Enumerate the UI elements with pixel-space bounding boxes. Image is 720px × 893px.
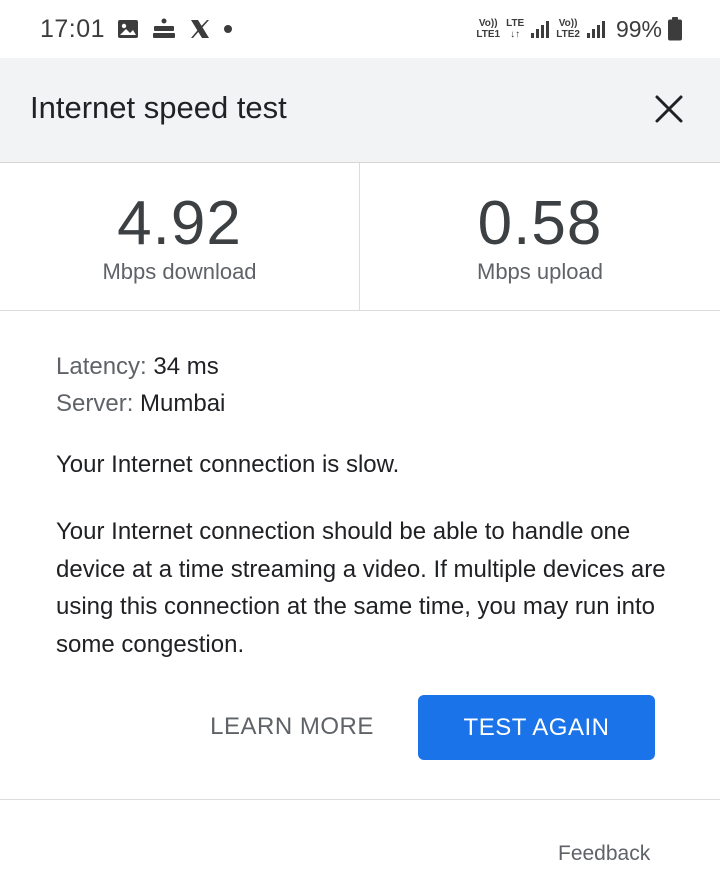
- battery-icon: [668, 17, 682, 41]
- close-icon: [655, 95, 683, 123]
- download-value: 4.92: [117, 189, 242, 258]
- upload-value: 0.58: [477, 189, 603, 258]
- divider: [0, 799, 720, 800]
- download-result: 4.92 Mbps download: [0, 163, 360, 310]
- latency-row: Latency: 34 ms: [56, 348, 676, 385]
- server-label: Server:: [56, 390, 134, 417]
- signal-icon: [586, 19, 606, 39]
- upload-result: 0.58 Mbps upload: [360, 163, 720, 310]
- feedback-link[interactable]: Feedback: [558, 842, 650, 866]
- volte-lte1-indicator: Vo)) LTE1: [476, 18, 501, 40]
- status-bar: 17:01 Vo)) LTE1 LTE ↓↑ Vo)) LTE2 99%: [0, 0, 720, 58]
- x-logo-icon: [189, 18, 211, 40]
- server-row: Server: Mumbai: [56, 385, 676, 422]
- dialog-header: Internet speed test: [0, 58, 720, 163]
- close-button[interactable]: [648, 88, 690, 130]
- test-details: Latency: 34 ms Server: Mumbai: [56, 348, 676, 422]
- upload-unit: Mbps upload: [477, 259, 603, 284]
- volte-lte2-indicator: Vo)) LTE2: [556, 18, 580, 40]
- download-unit: Mbps download: [102, 259, 257, 284]
- server-value: Mumbai: [140, 390, 226, 417]
- dot-icon: [223, 24, 233, 34]
- news-app-icon: [151, 18, 177, 40]
- signal-icon: [530, 19, 550, 39]
- image-icon: [117, 19, 139, 39]
- latency-label: Latency:: [56, 353, 147, 380]
- status-right: Vo)) LTE1 LTE ↓↑ Vo)) LTE2 99%: [476, 16, 682, 43]
- learn-more-button[interactable]: LEARN MORE: [196, 696, 388, 758]
- battery-percent: 99%: [615, 15, 662, 42]
- lte-indicator: LTE ↓↑: [506, 18, 525, 40]
- latency-value: 34 ms: [153, 353, 219, 380]
- speed-results: 4.92 Mbps download 0.58 Mbps upload: [0, 163, 720, 311]
- connection-description: Your Internet connection should be able …: [56, 518, 666, 658]
- status-left: 17:01: [40, 15, 233, 44]
- test-again-button[interactable]: TEST AGAIN: [418, 695, 655, 760]
- page-title: Internet speed test: [30, 90, 287, 125]
- status-time: 17:01: [40, 14, 106, 43]
- connection-status-message: Your Internet connection is slow.: [56, 451, 400, 478]
